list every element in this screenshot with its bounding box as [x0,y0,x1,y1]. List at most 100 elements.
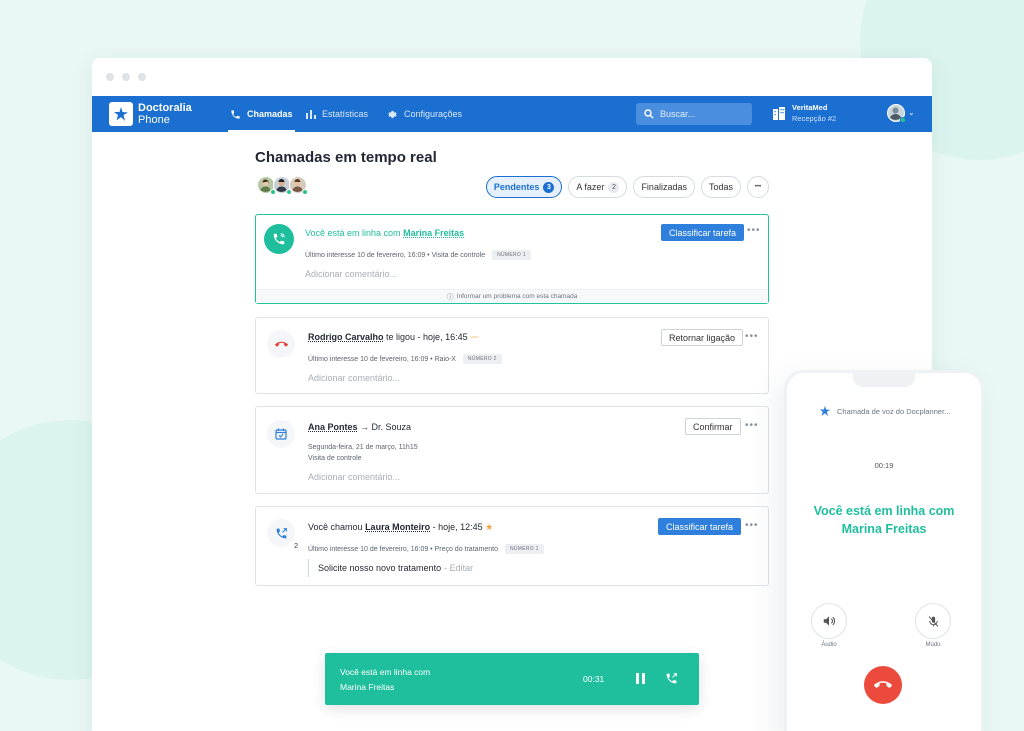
search-placeholder: Buscar... [660,109,696,119]
nav-tab-label: Estatísticas [322,109,369,119]
filter-todas[interactable]: Todas [700,176,741,198]
transfer-call-icon[interactable] [665,672,678,690]
more-filters-button[interactable]: ••• [747,176,769,198]
more-options-icon[interactable]: ••• [745,520,759,531]
more-icon: ••• [754,184,762,190]
filter-count: 3 [543,181,555,193]
phone-header-text: Chamada de voz do Docplanner... [837,406,951,416]
mute-label: Mudo [925,642,941,648]
filter-count: 2 [608,181,620,193]
filter-pendentes[interactable]: Pendentes 3 [485,176,563,198]
window-chrome [92,58,932,96]
call-status-text: Você está em linha com [305,228,401,238]
call-count-badge: 2 [294,543,298,550]
window-dot [122,73,130,81]
call-timer: 00:31 [583,674,605,684]
classify-task-button[interactable]: Classificar tarefa [661,224,745,241]
appointment-date: Segunda-feira, 21 de março, 11h15 [308,444,418,451]
nav-tab-chamadas[interactable]: Chamadas [228,96,295,132]
online-indicator [900,117,906,123]
speaker-icon [823,616,836,626]
more-options-icon[interactable]: ••• [745,331,759,342]
search-icon [644,109,654,119]
edit-link[interactable]: - Editar [444,563,473,573]
brand-product: Phone [138,114,170,126]
classify-task-button[interactable]: Classificar tarefa [658,518,742,535]
filter-finalizadas[interactable]: Finalizadas [633,176,695,198]
active-call-name: Marina Freitas [340,682,395,692]
filter-chips: Pendentes 3 A fazer 2 Finalizadas Todas … [485,176,769,198]
star-icon: ★ [485,522,494,532]
filter-label: Todas [708,182,733,192]
confirm-button[interactable]: Confirmar [685,418,741,435]
filter-label: A fazer [576,182,605,192]
phone-mockup: Chamada de voz do Docplanner... 00:19 Vo… [784,370,984,731]
phone-notch [853,373,915,387]
appointment-type: Visita de controle [308,455,362,462]
nav-tab-configuracoes[interactable]: Configurações [387,96,462,132]
comment-input[interactable]: Adicionar comentário... [308,472,400,482]
active-call-bar: Você está em linha com Marina Freitas 00… [325,653,699,705]
call-status-text: - hoje, 12:45 [432,522,483,532]
phone-hangup-icon [874,681,892,688]
return-call-button[interactable]: Retornar ligação [661,329,744,346]
comment-input[interactable]: Adicionar comentário... [308,373,400,383]
chevron-down-icon[interactable]: ⌄ [908,108,915,117]
comment-block: Solicite nosso novo tratamento - Editar [308,559,473,577]
call-meta: Último interesse 10 de fevereiro, 16:09 … [308,545,498,553]
doctoralia-logo-icon [109,102,133,126]
clinic-sub: Recepção #2 [792,114,837,123]
audio-button[interactable] [811,603,847,639]
phone-status-text: Você está em linha com [813,504,955,518]
main-content: Chamadas em tempo real Pendentes 3 A faz… [255,149,769,198]
mic-off-icon [928,615,938,627]
filter-label: Pendentes [493,182,540,192]
phone-caller-name: Marina Freitas [841,522,927,536]
comment-text: Solicite nosso novo tratamento [318,563,442,573]
info-icon: ⓘ [446,293,454,301]
audio-label: Áudio [821,642,837,648]
more-options-icon[interactable]: ••• [747,225,761,236]
window-dot [138,73,146,81]
wave-badge-icon: 〰 [470,333,479,342]
bar-chart-icon [306,110,316,119]
call-prefix: Você chamou [308,522,363,532]
appointment-card[interactable]: Ana Pontes → Dr. Souza Segunda-feira, 21… [255,406,769,494]
number-tag: NÚMERO 1 [504,544,544,554]
comment-input[interactable]: Adicionar comentário... [305,269,397,279]
nav-tab-label: Chamadas [247,109,293,119]
phone-hangup-icon [267,330,295,358]
clinic-name: VeritaMed [792,103,828,112]
patient-name-link[interactable]: Laura Monteiro [365,522,430,532]
avatar[interactable] [289,176,308,195]
user-avatar[interactable] [887,104,906,123]
clinic-selector[interactable]: VeritaMed Recepção #2 [772,103,836,123]
patient-name-link[interactable]: Ana Pontes [308,422,358,432]
call-card-outgoing[interactable]: 2 Você chamou Laura Monteiro - hoje, 12:… [255,506,769,586]
end-call-button[interactable] [864,666,902,704]
patient-name-link[interactable]: Marina Freitas [403,228,464,238]
phone-icon [231,109,240,119]
online-indicator [302,189,308,195]
top-navbar: Doctoralia Phone Chamadas Estatísticas C… [92,96,932,132]
call-card-missed[interactable]: Rodrigo Carvalho te ligou - hoje, 16:45 … [255,317,769,394]
mute-button[interactable] [915,603,951,639]
report-problem-link[interactable]: ⓘ Informar um problema com esta chamada [256,289,768,303]
nav-tab-label: Configurações [404,109,463,119]
more-options-icon[interactable]: ••• [745,420,759,431]
outgoing-call-icon: 2 [267,519,298,550]
patient-name-link[interactable]: Rodrigo Carvalho [308,332,384,342]
search-input[interactable]: Buscar... [636,103,752,125]
report-label: Informar um problema com esta chamada [456,293,578,300]
call-card-live[interactable]: Você está em linha com Marina Freitas Úl… [255,214,769,304]
window-dot [106,73,114,81]
brand[interactable]: Doctoralia Phone [109,102,192,126]
pause-icon[interactable] [636,673,645,684]
filter-a-fazer[interactable]: A fazer 2 [568,176,628,198]
gear-icon [388,110,397,118]
number-tag: NÚMERO 2 [462,354,502,364]
calendar-check-icon [267,420,295,448]
nav-tab-estatisticas[interactable]: Estatísticas [306,96,368,132]
docplanner-logo-icon [819,405,831,417]
team-avatars [257,176,308,195]
